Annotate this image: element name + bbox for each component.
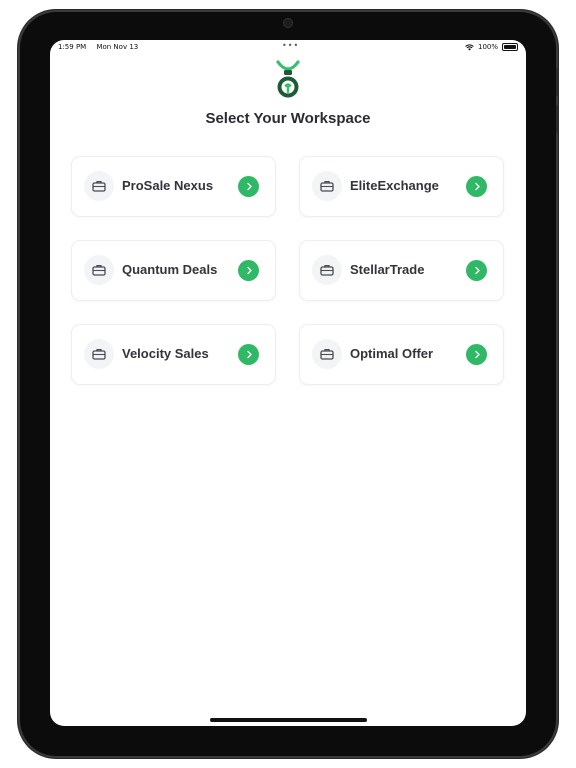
status-date: Mon Nov 13 (96, 43, 139, 51)
workspace-card-optimal-offer[interactable]: Optimal Offer (299, 324, 504, 385)
workspace-card-quantum-deals[interactable]: Quantum Deals (71, 240, 276, 301)
briefcase-icon (312, 171, 342, 201)
page-title: Select Your Workspace (205, 110, 371, 127)
chevron-right-icon[interactable] (466, 176, 487, 197)
volume-button (556, 105, 559, 133)
status-right: 100% (465, 43, 518, 51)
workspace-label: Velocity Sales (122, 346, 209, 361)
chevron-right-icon[interactable] (238, 344, 259, 365)
workspace-label: Optimal Offer (350, 346, 434, 361)
workspace-card-velocity-sales[interactable]: Velocity Sales (71, 324, 276, 385)
tablet-frame: 1:59 PM Mon Nov 13 ••• 100% Select Your … (18, 10, 559, 758)
chevron-right-icon[interactable] (466, 344, 487, 365)
status-left: 1:59 PM Mon Nov 13 (58, 43, 146, 51)
status-bar: 1:59 PM Mon Nov 13 ••• 100% (50, 40, 526, 54)
battery-icon (502, 43, 518, 51)
screen: 1:59 PM Mon Nov 13 ••• 100% Select Your … (50, 40, 526, 726)
workspace-card-eliteexchange[interactable]: EliteExchange (299, 156, 504, 217)
app-logo-icon (276, 60, 300, 98)
chevron-right-icon[interactable] (238, 260, 259, 281)
briefcase-icon (312, 255, 342, 285)
briefcase-icon (84, 171, 114, 201)
chevron-right-icon[interactable] (238, 176, 259, 197)
workspace-label: ProSale Nexus (122, 178, 214, 193)
workspace-label: EliteExchange (350, 178, 439, 193)
briefcase-icon (312, 339, 342, 369)
workspace-label: StellarTrade (350, 262, 425, 277)
briefcase-icon (84, 255, 114, 285)
chevron-right-icon[interactable] (466, 260, 487, 281)
multitasking-dots[interactable]: ••• (282, 41, 299, 50)
workspace-card-stellartrade[interactable]: StellarTrade (299, 240, 504, 301)
battery-percentage: 100% (477, 43, 498, 51)
briefcase-icon (84, 339, 114, 369)
volume-button (556, 68, 559, 96)
front-camera (284, 19, 292, 27)
workspace-card-prosale-nexus[interactable]: ProSale Nexus (71, 156, 276, 217)
workspace-label: Quantum Deals (122, 262, 218, 277)
wifi-icon (465, 43, 474, 50)
home-indicator[interactable] (210, 718, 367, 722)
status-time: 1:59 PM (58, 43, 87, 51)
